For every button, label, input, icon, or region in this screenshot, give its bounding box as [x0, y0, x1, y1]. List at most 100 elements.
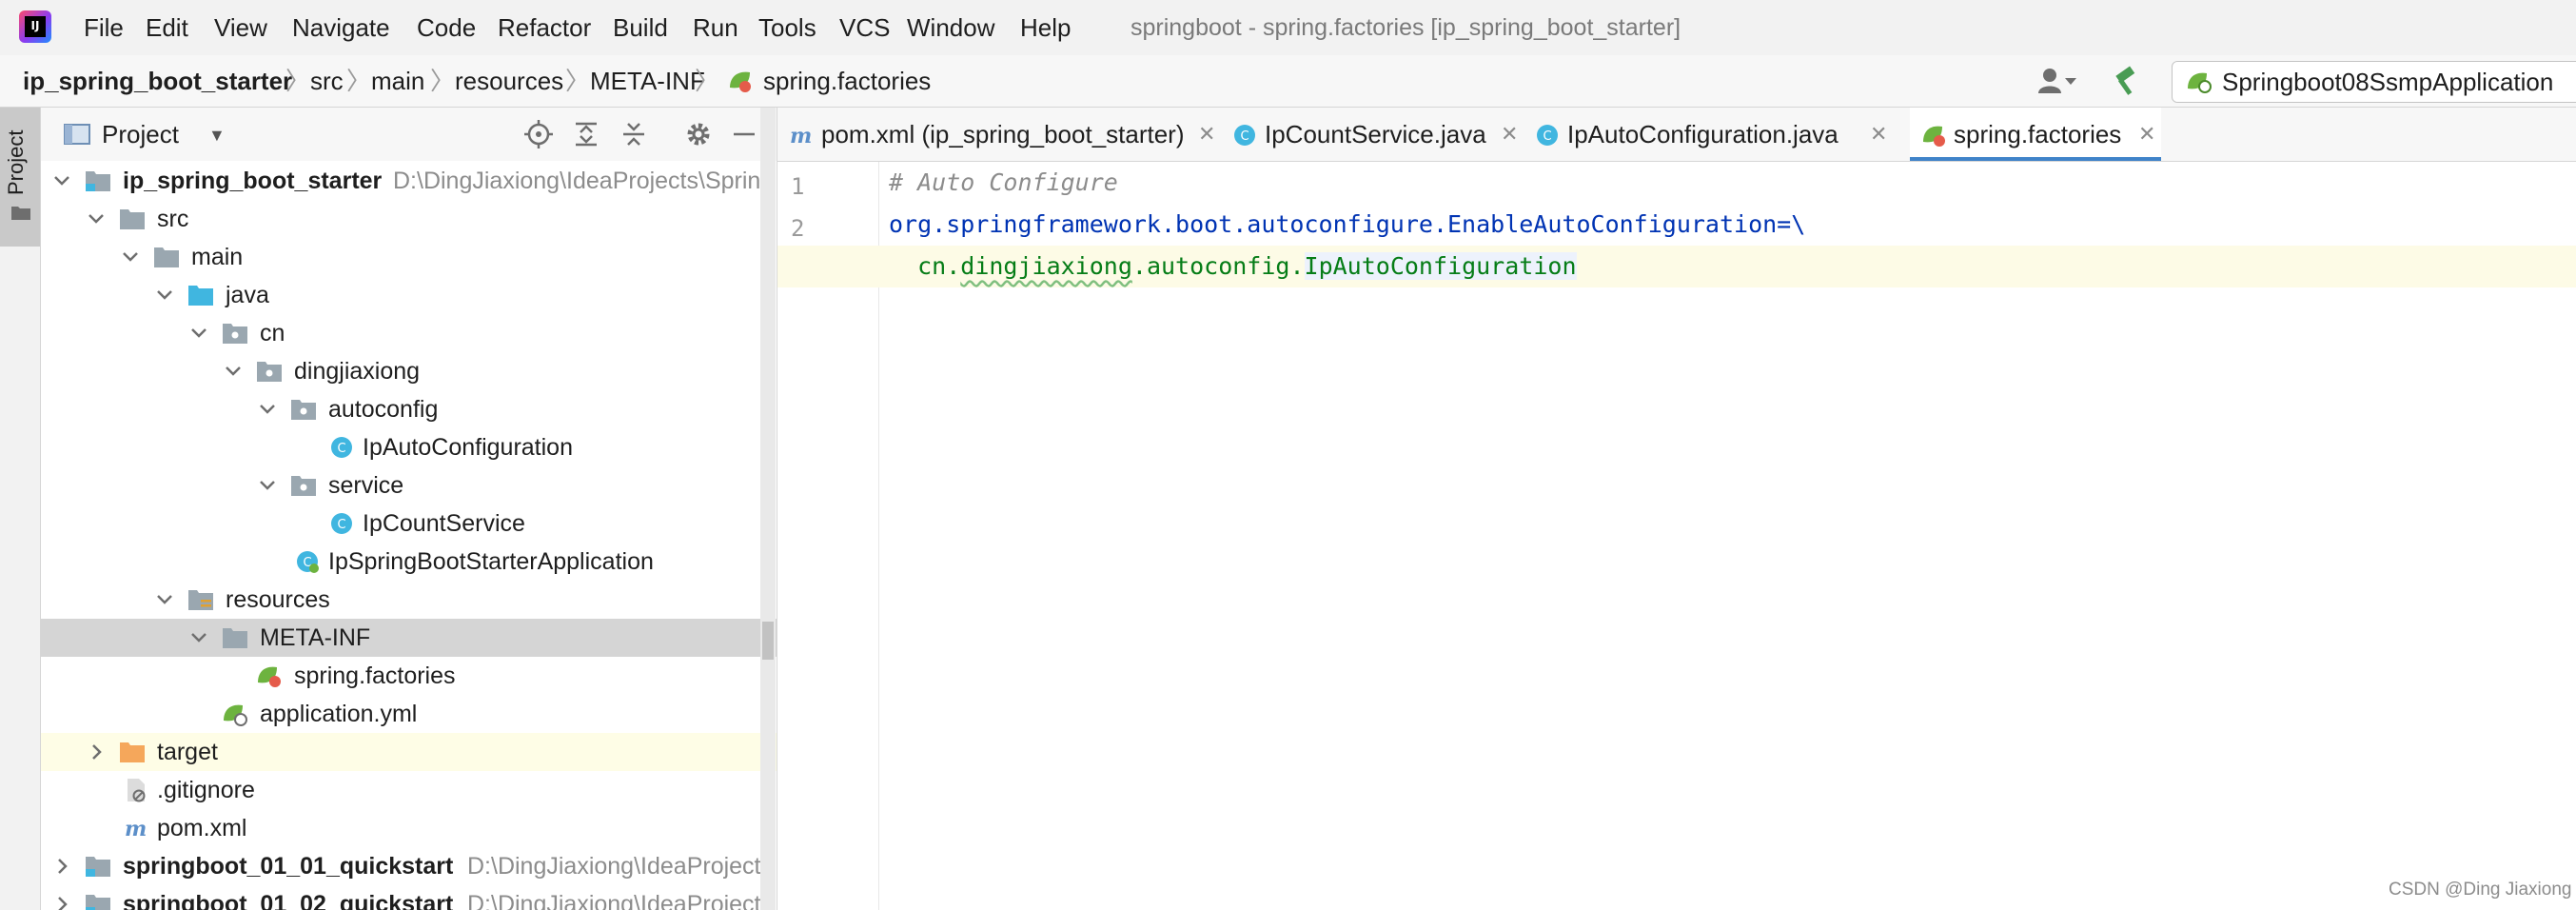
project-view-title[interactable]: Project [102, 108, 179, 161]
tree-label: main [191, 244, 244, 270]
tree-item-service[interactable]: service [41, 466, 777, 504]
chevron-down-icon[interactable] [187, 322, 210, 345]
code-editor[interactable]: # Auto Configure org.springframework.boo… [777, 162, 2576, 910]
tree-label: java [226, 282, 269, 308]
menu-navigate[interactable]: Navigate [292, 0, 390, 55]
menu-tools[interactable]: Tools [758, 0, 816, 55]
tree-item-application-class[interactable]: C IpSpringBootStarterApplication [41, 543, 777, 581]
menu-vcs[interactable]: VCS [839, 0, 890, 55]
maven-icon: m [790, 124, 812, 148]
tree-item-target[interactable]: target [41, 733, 777, 771]
tab-ipcountservice[interactable]: C IpCountService.java ✕ [1221, 108, 1524, 161]
close-icon[interactable]: ✕ [1870, 108, 1887, 161]
spring-boot-run-icon [2188, 72, 2212, 93]
tree-label: dingjiaxiong [294, 358, 421, 385]
breadcrumb-meta-inf[interactable]: META-INF [590, 55, 705, 107]
chevron-down-icon[interactable] [256, 398, 279, 421]
tree-item-meta-inf[interactable]: META-INF [41, 619, 777, 657]
chevron-right-icon[interactable] [85, 741, 108, 763]
class-icon: C [1234, 125, 1255, 146]
menu-code[interactable]: Code [417, 0, 476, 55]
gear-icon[interactable] [684, 120, 713, 148]
menu-refactor[interactable]: Refactor [498, 0, 591, 55]
minimize-icon[interactable] [730, 120, 758, 148]
menu-file[interactable]: File [84, 0, 124, 55]
project-tool-window-button[interactable]: Project [0, 108, 40, 247]
chevron-down-icon[interactable] [85, 208, 108, 230]
build-hammer-icon[interactable] [2111, 65, 2143, 97]
tree-item-ipcountservice[interactable]: C IpCountService [41, 504, 777, 543]
chevron-down-icon[interactable] [153, 588, 176, 611]
menu-window[interactable]: Window [907, 0, 994, 55]
breadcrumb-separator: 〉 [565, 67, 591, 95]
spring-leaf-icon [1923, 126, 1945, 147]
tree-item-cn[interactable]: cn [41, 314, 777, 352]
tree-item-pom-xml[interactable]: m pom.xml [41, 809, 777, 847]
svg-text:C: C [1240, 129, 1249, 144]
svg-text:m: m [125, 817, 147, 841]
code-package-typo: dingjiaxiong [960, 252, 1132, 280]
chevron-right-icon[interactable] [50, 893, 73, 910]
tree-item-dingjiaxiong[interactable]: dingjiaxiong [41, 352, 777, 390]
tree-item-spring-factories[interactable]: spring.factories [41, 657, 777, 695]
ignore-file-icon [128, 779, 146, 802]
menu-view[interactable]: View [214, 0, 267, 55]
tree-label: .gitignore [157, 777, 255, 803]
code-line-2: org.springframework.boot.autoconfigure.E… [889, 210, 1806, 238]
tab-label: IpAutoConfiguration.java [1567, 120, 1839, 148]
tab-spring-factories[interactable]: spring.factories ✕ [1910, 108, 2161, 161]
menu-run[interactable]: Run [693, 0, 738, 55]
tree-item-quickstart-01[interactable]: springboot_01_01_quickstart D:\DingJiaxi… [41, 847, 777, 885]
breadcrumb-src[interactable]: src [310, 55, 344, 107]
chevron-down-icon[interactable] [256, 474, 279, 497]
chevron-down-icon[interactable]: ▼ [208, 126, 226, 146]
breadcrumb-project[interactable]: ip_spring_boot_starter [23, 55, 292, 107]
tree-item-src[interactable]: src [41, 200, 777, 238]
breadcrumb-main[interactable]: main [371, 55, 424, 107]
tree-item-ipautoconfiguration[interactable]: C IpAutoConfiguration [41, 428, 777, 466]
close-icon[interactable]: ✕ [1501, 108, 1518, 161]
folder-icon [223, 628, 247, 648]
tree-item-quickstart-02[interactable]: springboot_01_02_quickstart D:\DingJiaxi… [41, 885, 777, 910]
breadcrumb-resources[interactable]: resources [455, 55, 563, 107]
vcs-user-icon[interactable] [2036, 67, 2078, 95]
collapse-all-icon[interactable] [619, 120, 648, 148]
chevron-down-icon[interactable] [50, 169, 73, 192]
chevron-down-icon[interactable] [222, 360, 245, 383]
watermark: CSDN @Ding Jiaxiong [2389, 880, 2572, 900]
vertical-scrollbar[interactable] [760, 108, 776, 910]
tree-label: IpAutoConfiguration [363, 434, 573, 461]
tree-item-java[interactable]: java [41, 276, 777, 314]
chevron-down-icon[interactable] [119, 246, 142, 268]
chevron-down-icon[interactable] [187, 626, 210, 649]
breadcrumb-spring-factories[interactable]: spring.factories [763, 55, 931, 107]
menu-edit[interactable]: Edit [146, 0, 188, 55]
locate-target-icon[interactable] [524, 120, 553, 148]
tab-ipautoconfiguration[interactable]: C IpAutoConfiguration.java ✕ [1524, 108, 1893, 161]
tree-item-autoconfig[interactable]: autoconfig [41, 390, 777, 428]
close-icon[interactable]: ✕ [1198, 108, 1215, 161]
close-icon[interactable]: ✕ [2138, 108, 2155, 161]
run-configuration-selector[interactable]: Springboot08SsmpApplication [2172, 61, 2576, 103]
tree-label: springboot_01_02_quickstart [123, 891, 454, 910]
tree-item-project-root[interactable]: ip_spring_boot_starter D:\DingJiaxiong\I… [41, 162, 777, 200]
tree-item-gitignore[interactable]: .gitignore [41, 771, 777, 809]
menu-build[interactable]: Build [613, 0, 668, 55]
source-folder-icon [188, 286, 213, 306]
breadcrumb-separator: 〉 [346, 67, 372, 95]
left-tool-stripe: Project [0, 108, 41, 910]
menu-help[interactable]: Help [1020, 0, 1071, 55]
code-class-name: IpAutoConfiguration [1304, 252, 1577, 280]
tree-item-main[interactable]: main [41, 238, 777, 276]
expand-all-icon[interactable] [572, 120, 600, 148]
tree-item-application-yml[interactable]: application.yml [41, 695, 777, 733]
maven-icon: m [125, 817, 147, 841]
scrollbar-thumb[interactable] [762, 622, 774, 660]
tree-item-resources[interactable]: resources [41, 581, 777, 619]
spring-leaf-icon [730, 71, 751, 92]
excluded-folder-icon [120, 742, 145, 762]
tab-pom-xml[interactable]: m pom.xml (ip_spring_boot_starter) ✕ [777, 108, 1221, 161]
class-icon: C [331, 437, 352, 458]
chevron-down-icon[interactable] [153, 284, 176, 307]
chevron-right-icon[interactable] [50, 855, 73, 878]
